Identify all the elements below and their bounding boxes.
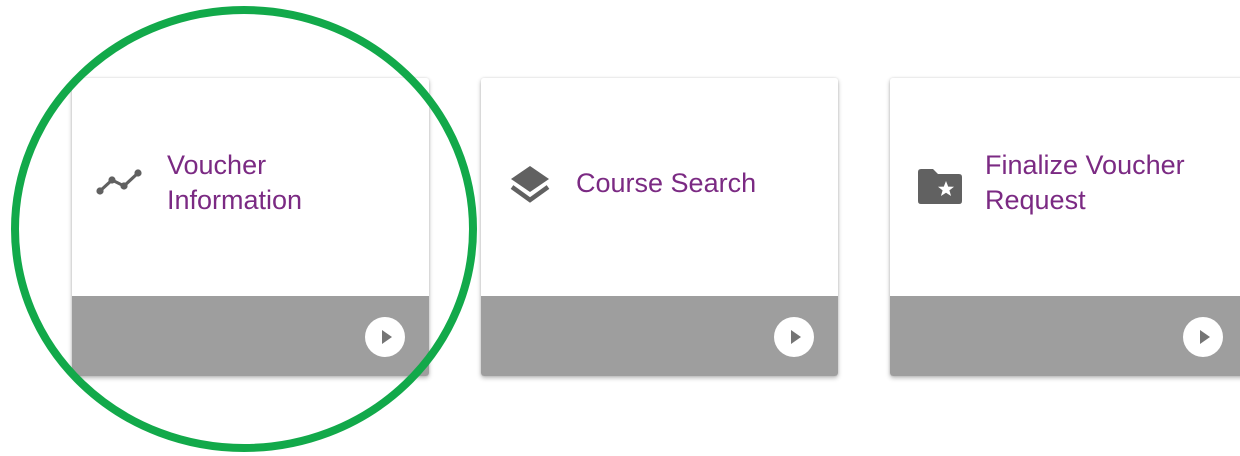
tile-body: Finalize Voucher Request — [890, 78, 1240, 296]
tile-body: Voucher Information — [72, 78, 429, 296]
tile-footer — [72, 296, 429, 376]
tile-title: Course Search — [576, 166, 826, 201]
tile-title-line-1: Course Search — [576, 168, 757, 198]
tile-title: Finalize Voucher Request — [985, 148, 1235, 218]
line-chart-icon — [96, 169, 142, 195]
play-icon — [791, 330, 801, 344]
play-button[interactable] — [774, 317, 814, 357]
layers-icon — [510, 166, 550, 203]
tile-title-line-2: Request — [985, 185, 1086, 215]
tile-finalize-voucher-request[interactable]: Finalize Voucher Request — [890, 78, 1240, 376]
play-icon — [1200, 330, 1210, 344]
tile-title: Voucher Information — [167, 148, 417, 218]
tile-footer — [481, 296, 838, 376]
play-icon — [382, 330, 392, 344]
tile-footer — [890, 296, 1240, 376]
tile-body: Course Search — [481, 78, 838, 296]
tile-title-line-1: Voucher — [167, 150, 267, 180]
tile-voucher-information[interactable]: Voucher Information — [72, 78, 429, 376]
tile-course-search[interactable]: Course Search — [481, 78, 838, 376]
play-button[interactable] — [1183, 317, 1223, 357]
launchpad-tiles: Voucher Information Course Search Finali… — [0, 0, 1240, 456]
play-button[interactable] — [365, 317, 405, 357]
folder-star-icon — [918, 169, 962, 204]
tile-title-line-1: Finalize Voucher — [985, 150, 1185, 180]
tile-title-line-2: Information — [167, 185, 303, 215]
